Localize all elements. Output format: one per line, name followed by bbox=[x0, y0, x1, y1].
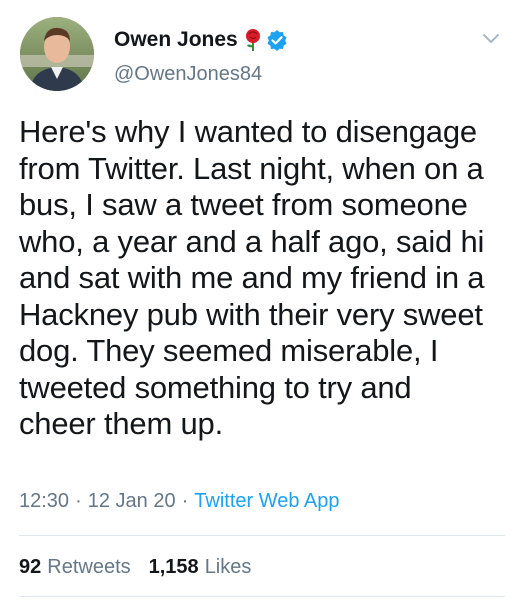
rose-icon bbox=[242, 28, 264, 52]
tweet-meta: 12:30 · 12 Jan 20 · Twitter Web App bbox=[19, 490, 340, 513]
tweet-stats: 92 Retweets 1,158 Likes bbox=[19, 556, 251, 579]
meta-separator: · bbox=[181, 490, 189, 512]
chevron-down-icon[interactable] bbox=[480, 32, 502, 46]
retweets-stat[interactable]: 92 Retweets bbox=[19, 556, 131, 579]
tweet-date[interactable]: 12 Jan 20 bbox=[88, 490, 176, 513]
divider bbox=[19, 596, 505, 597]
author-display-name[interactable]: Owen Jones bbox=[114, 28, 238, 52]
author-block: Owen Jones @OwenJones84 bbox=[114, 27, 288, 86]
author-name-row: Owen Jones bbox=[114, 27, 288, 53]
retweets-count: 92 bbox=[19, 556, 42, 578]
divider bbox=[19, 535, 505, 536]
retweets-label: Retweets bbox=[47, 556, 131, 578]
avatar[interactable] bbox=[20, 17, 94, 91]
likes-stat[interactable]: 1,158 Likes bbox=[149, 556, 252, 579]
tweet-time[interactable]: 12:30 bbox=[19, 490, 69, 513]
likes-label: Likes bbox=[204, 556, 252, 578]
avatar-photo bbox=[20, 17, 94, 91]
tweet-source-link[interactable]: Twitter Web App bbox=[194, 490, 339, 513]
tweet-text: Here's why I wanted to disengage from Tw… bbox=[19, 114, 485, 441]
likes-count: 1,158 bbox=[148, 556, 199, 578]
verified-badge-icon bbox=[266, 29, 288, 51]
meta-separator: · bbox=[75, 490, 82, 512]
author-handle[interactable]: @OwenJones84 bbox=[114, 63, 288, 86]
tweet-card: Owen Jones @OwenJones84 Here's why I wan… bbox=[0, 0, 524, 600]
